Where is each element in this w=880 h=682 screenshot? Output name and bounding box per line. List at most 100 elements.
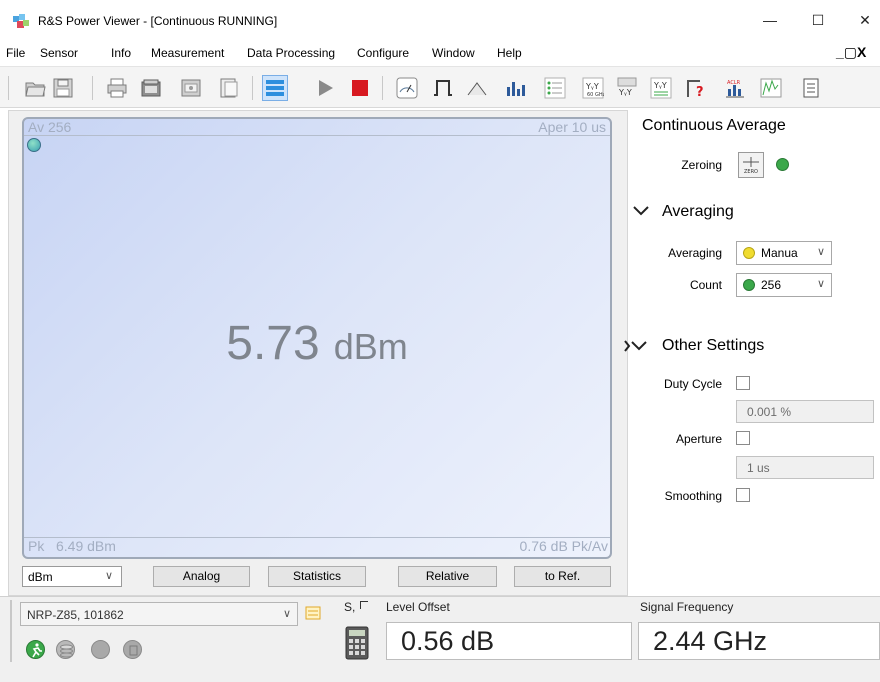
peak-readout: Pk 6.49 dBm (28, 538, 116, 554)
sensor-dropdown-value: NRP-Z85, 101862 (27, 608, 124, 622)
yy-multi-icon[interactable]: YᵧY (616, 77, 638, 99)
status-grip (10, 600, 12, 662)
trace-icon[interactable] (466, 77, 488, 99)
toolbar-separator (382, 76, 383, 100)
count-dropdown-value: 256 (761, 278, 782, 292)
play-icon[interactable] (314, 77, 336, 99)
duty-cycle-checkbox[interactable] (736, 376, 750, 390)
zero-icon-label: ZERO (744, 169, 758, 175)
sensor-status-label: S, (344, 600, 356, 614)
app-logo-icon (12, 13, 30, 29)
bar-chart-icon[interactable] (504, 77, 526, 99)
analog-button[interactable]: Analog (153, 566, 250, 587)
settings-title: Continuous Average (642, 117, 786, 134)
duty-cycle-label: Duty Cycle (663, 377, 722, 391)
count-status-icon (743, 279, 755, 291)
save-icon[interactable] (52, 77, 74, 99)
level-offset-value: 0.56 dB (386, 622, 632, 660)
window-title: R&S Power Viewer - [Continuous RUNNING] (38, 14, 278, 28)
other-settings-section-title: Other Settings (662, 337, 765, 354)
question-icon[interactable]: ? (686, 77, 708, 100)
averaging-dropdown[interactable]: Manua ∨ (736, 241, 832, 265)
menu-info[interactable]: Info (111, 46, 131, 60)
chevron-down-icon: ∨ (816, 246, 825, 258)
smoothing-checkbox[interactable] (736, 488, 750, 502)
aperture-indicator: Aper 10 us (538, 119, 606, 135)
menu-file[interactable]: File (6, 46, 25, 60)
aclr-icon[interactable]: ACLR (724, 77, 746, 99)
chevron-down-icon: ∨ (816, 278, 825, 290)
unit-dropdown[interactable]: dBm ∨ (22, 566, 122, 587)
mdi-window-controls[interactable]: _▢X (836, 44, 866, 61)
spectrum-icon[interactable] (760, 77, 782, 99)
frequency-table-icon[interactable] (544, 77, 566, 99)
menu-measurement[interactable]: Measurement (151, 46, 224, 60)
sensor-info-icon[interactable] (305, 605, 321, 621)
minimize-button[interactable]: — (760, 10, 780, 30)
zeroing-label: Zeroing (681, 158, 722, 172)
chevron-down-icon: ∨ (282, 608, 291, 620)
level-offset-label: Level Offset (386, 600, 450, 614)
open-file-icon[interactable] (24, 77, 46, 99)
main-readout-value: 5.73 (226, 317, 320, 370)
averaging-collapse-icon[interactable] (632, 204, 650, 221)
to-ref-button[interactable]: to Ref. (514, 566, 611, 587)
calculator-icon[interactable] (344, 626, 370, 660)
other-settings-collapse-icon[interactable] (624, 338, 650, 357)
yy-list-icon[interactable]: YᵧY (650, 77, 672, 99)
count-dropdown[interactable]: 256 ∨ (736, 273, 832, 297)
zeroing-status-icon (776, 158, 789, 171)
menu-data-processing[interactable]: Data Processing (247, 46, 335, 60)
averaging-indicator: Av 256 (28, 119, 72, 135)
signal-frequency-label: Signal Frequency (640, 600, 734, 614)
svg-text:60 GHz: 60 GHz (587, 92, 604, 98)
statistics-button[interactable]: Statistics (268, 566, 366, 587)
count-label: Count (689, 278, 722, 292)
peak-average-ratio: 0.76 dB Pk/Av (519, 538, 608, 554)
corner-icon (360, 601, 368, 609)
menu-configure[interactable]: Configure (357, 46, 409, 60)
unit-dropdown-value: dBm (28, 570, 53, 584)
aperture-field: 1 us (736, 456, 874, 479)
signal-frequency-value: 2.44 GHz (638, 622, 880, 660)
duty-cycle-field: 0.001 % (736, 400, 874, 423)
menu-sensor[interactable]: Sensor (40, 46, 78, 60)
averaging-dropdown-value: Manua (761, 246, 798, 260)
toolbar-separator (8, 76, 9, 100)
menu-help[interactable]: Help (497, 46, 522, 60)
status-led-icon (91, 640, 110, 659)
measurement-status-icon (27, 138, 41, 152)
svg-text:YᵧY: YᵧY (618, 88, 632, 97)
list-view-icon[interactable] (262, 75, 288, 101)
relative-button[interactable]: Relative (398, 566, 497, 587)
status-led-icon (123, 640, 142, 659)
maximize-button[interactable]: ☐ (808, 10, 828, 30)
pulse-icon[interactable] (432, 77, 454, 99)
averaging-status-icon (743, 247, 755, 259)
main-readout: 5.73 dBm (22, 316, 612, 371)
svg-text:?: ? (696, 85, 704, 99)
database-icon (56, 640, 75, 659)
camera-icon[interactable] (140, 77, 162, 99)
zero-button[interactable]: ZERO (738, 152, 764, 178)
export-icon[interactable] (218, 77, 240, 99)
yy-icon[interactable]: YᵧY 60 GHz (582, 77, 606, 99)
meter-icon[interactable] (396, 77, 418, 99)
running-status-icon (26, 640, 45, 659)
print-icon[interactable] (106, 77, 128, 99)
screenshot-icon[interactable] (180, 77, 202, 99)
stop-icon[interactable] (349, 77, 371, 99)
aperture-label: Aperture (675, 432, 722, 446)
display-divider-top (24, 135, 610, 136)
main-readout-unit: dBm (333, 326, 408, 367)
toolbar-separator (252, 76, 253, 100)
toolbar: YᵧY 60 GHz YᵧY YᵧY ? ACLR (0, 66, 880, 108)
menu-window[interactable]: Window (432, 46, 475, 60)
averaging-label: Averaging (668, 246, 722, 260)
close-button[interactable]: ✕ (855, 10, 875, 30)
report-icon[interactable] (800, 77, 822, 99)
sensor-dropdown[interactable]: NRP-Z85, 101862 ∨ (20, 602, 298, 626)
averaging-section-title: Averaging (662, 203, 734, 220)
menu-bar: File Sensor Info Measurement Data Proces… (0, 42, 880, 66)
aperture-checkbox[interactable] (736, 431, 750, 445)
